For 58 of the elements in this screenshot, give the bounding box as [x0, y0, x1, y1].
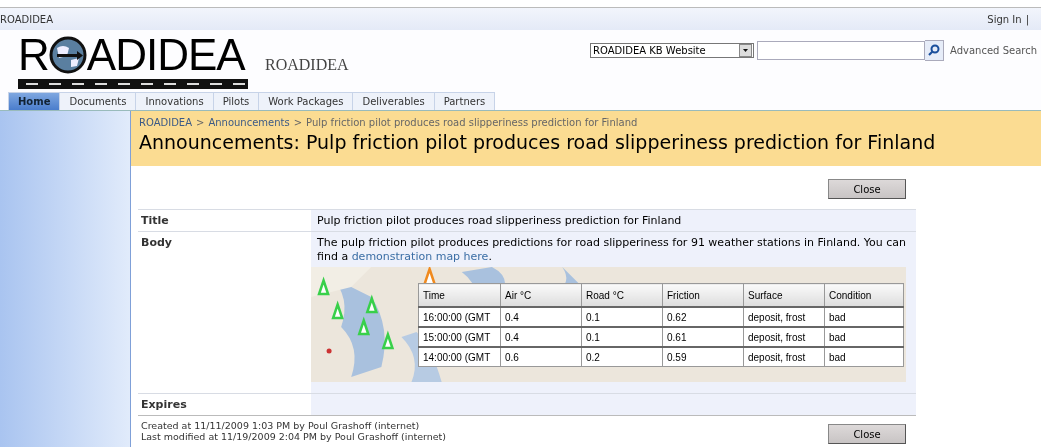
nav-tab[interactable]: Documents	[59, 92, 137, 110]
field-label: Title	[140, 213, 170, 229]
created-info: Created at 11/11/2009 1:03 PM by Poul Grashoff (internet)	[141, 420, 421, 431]
modified-info: Last modified at 11/19/2009 2:04 PM by Poul Grashoff (internet)	[141, 431, 447, 442]
table-cell: 0.4	[500, 307, 582, 327]
table-cell: 0.2	[581, 347, 663, 367]
table-cell: 15:00:00 (GMT	[418, 327, 501, 347]
scope-dropdown[interactable]: ROADIDEA KB Website	[590, 42, 755, 58]
table-cell: 0.62	[662, 307, 744, 327]
table-cell: bad	[824, 347, 904, 367]
sign-in-link[interactable]: Sign In	[987, 13, 1022, 25]
table-cell: 0.4	[500, 327, 582, 347]
nav-tab[interactable]: Deliverables	[352, 92, 435, 110]
field-label: Expires	[140, 397, 188, 413]
column-header: Road °C	[581, 283, 663, 307]
globe-icon	[48, 36, 87, 74]
table-cell: 0.1	[581, 307, 663, 327]
table-cell: deposit, frost	[743, 327, 825, 347]
logo-text: R	[18, 33, 49, 77]
page-title: Announcements: Pulp friction pilot produces road slipperiness prediction for Finland	[139, 131, 937, 153]
site-name: ROADIDEA	[0, 13, 53, 25]
nav-tab[interactable]: Partners	[433, 92, 496, 110]
nav-tab[interactable]: Work Packages	[258, 92, 354, 110]
close-button[interactable]: Close	[828, 179, 906, 199]
breadcrumb-link[interactable]: Announcements	[208, 117, 290, 128]
table-cell: 0.61	[662, 327, 744, 347]
field-value: Pulp friction pilot produces road slipperiness prediction for Finland	[317, 214, 682, 227]
table-cell: 16:00:00 (GMT	[418, 307, 501, 327]
column-header: Time	[418, 283, 501, 307]
breadcrumb-separator: >	[293, 117, 303, 128]
site-title: ROADIDEA	[265, 56, 349, 74]
separator: |	[1025, 13, 1029, 25]
search-button[interactable]	[925, 39, 945, 61]
breadcrumb-separator: >	[196, 117, 205, 128]
column-header: Condition	[824, 283, 904, 307]
breadcrumb-current: Pulp friction pilot produces road slipperiness prediction for Finland	[306, 117, 638, 128]
table-cell: 0.59	[662, 347, 744, 367]
advanced-search-link[interactable]: Advanced Search	[950, 44, 1037, 56]
breadcrumb-link[interactable]: ROADIDEA	[139, 117, 192, 128]
column-header: Friction	[662, 283, 744, 307]
search-icon[interactable]	[928, 44, 941, 56]
nav-tab[interactable]: Pilots	[212, 92, 260, 110]
table-cell: bad	[824, 307, 904, 327]
table-cell: 0.6	[500, 347, 582, 367]
nav-tab[interactable]: Home	[8, 92, 61, 110]
search-field[interactable]	[757, 40, 926, 60]
logo-text: ADIDEA	[86, 33, 245, 77]
table-cell: deposit, frost	[743, 347, 825, 367]
column-header: Surface	[743, 283, 825, 307]
nav-tab[interactable]: Innovations	[135, 92, 214, 110]
body-paragraph: The pulp friction pilot produces predictions for road slipperiness for 91 weather stations in Finland. You can find a demonstration map here.	[317, 236, 908, 264]
table-cell: bad	[824, 327, 904, 347]
table-cell: deposit, frost	[743, 307, 825, 327]
column-header: Air °C	[500, 283, 582, 307]
field-label: Body	[140, 235, 173, 251]
table-cell: 14:00:00 (GMT	[418, 347, 501, 367]
table-cell: 0.1	[581, 327, 663, 347]
close-button[interactable]: Close	[828, 424, 906, 444]
